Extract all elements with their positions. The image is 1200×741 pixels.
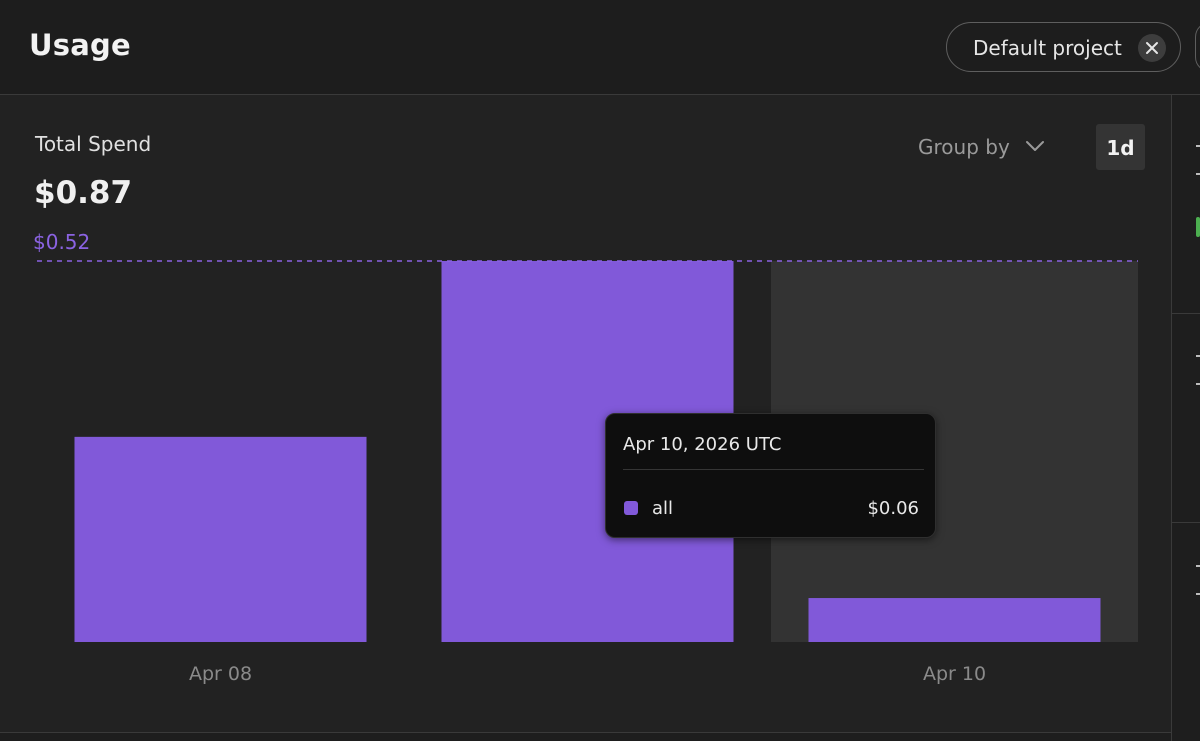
tooltip-divider (623, 469, 924, 470)
chart-bar[interactable] (808, 598, 1101, 642)
chart-bar[interactable] (74, 436, 367, 642)
tooltip-date: Apr 10, 2026 UTC (623, 434, 782, 455)
x-tick-label: Apr 10 (923, 663, 986, 685)
series-swatch (624, 501, 638, 515)
spend-bar-chart: Apr 08 Apr 10 (37, 260, 1138, 685)
tooltip-series-name: all (652, 498, 674, 519)
tooltip-series-value: $0.06 (867, 498, 919, 519)
x-tick-label: Apr 08 (189, 663, 252, 685)
chart-tooltip: Apr 10, 2026 UTC all $0.06 (605, 413, 936, 538)
